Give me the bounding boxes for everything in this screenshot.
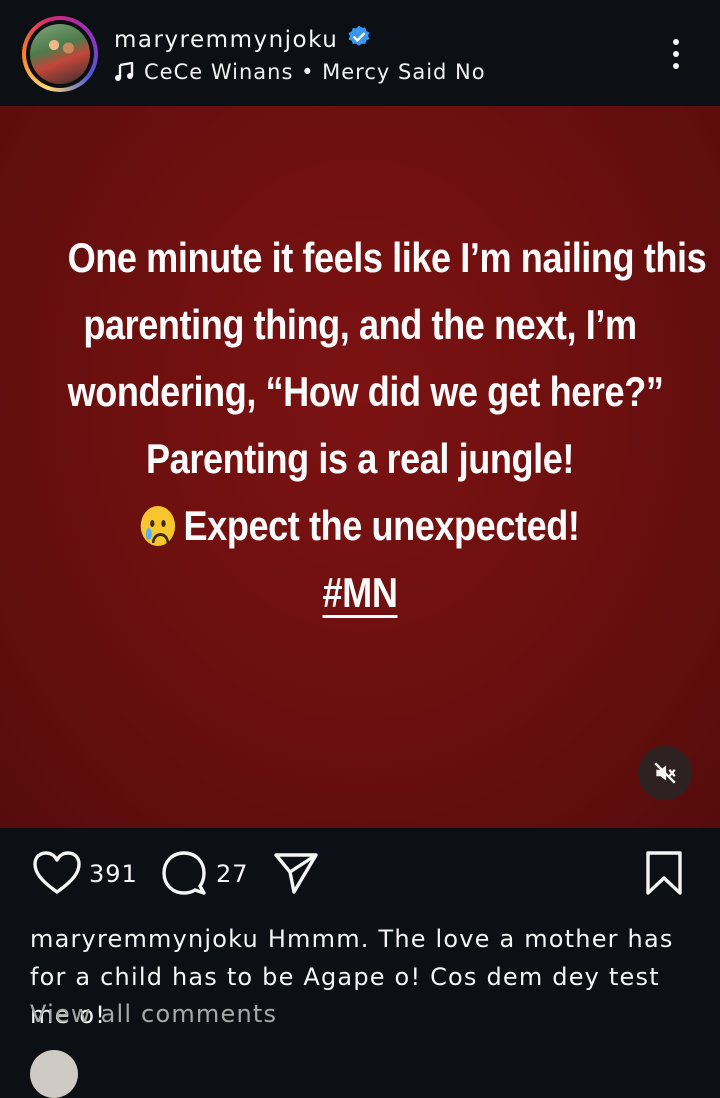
action-bar: 391 27 xyxy=(0,828,720,920)
next-post-avatar[interactable] xyxy=(30,1050,78,1098)
more-options-icon[interactable] xyxy=(662,36,690,76)
username-row[interactable]: maryremmynjoku xyxy=(114,24,372,56)
story-media[interactable]: One minute it feels like I’m nailing thi… xyxy=(0,106,720,828)
avatar[interactable] xyxy=(22,16,98,92)
story-hashtag[interactable]: #MN xyxy=(323,569,398,616)
story-line: Expect the unexpected! xyxy=(183,502,580,549)
music-note-icon xyxy=(115,61,134,81)
story-line: parenting thing, and the next, I’m xyxy=(83,301,637,348)
username[interactable]: maryremmynjoku xyxy=(114,27,338,53)
story-line: One minute it feels like I’m nailing thi… xyxy=(67,234,707,281)
like-count[interactable]: 391 xyxy=(89,860,138,888)
comment-icon[interactable] xyxy=(160,850,208,896)
story-line: Parenting is a real jungle! xyxy=(146,435,574,482)
heart-icon[interactable] xyxy=(32,850,82,896)
share-icon[interactable] xyxy=(272,850,320,896)
crying-face-icon xyxy=(140,506,175,546)
story-text: One minute it feels like I’m nailing thi… xyxy=(67,224,707,626)
caption-username[interactable]: maryremmynjoku xyxy=(30,925,259,953)
story-line-emoji: Expect the unexpected! xyxy=(68,492,653,559)
music-row[interactable]: CeCe Winans • Mercy Said No xyxy=(114,60,486,84)
avatar-photo xyxy=(30,24,90,84)
comment-count[interactable]: 27 xyxy=(216,860,249,888)
post-header: maryremmynjoku CeCe Winans • Mercy Said … xyxy=(0,0,720,106)
verified-badge-icon xyxy=(346,24,372,56)
bookmark-icon[interactable] xyxy=(644,850,684,896)
mute-icon[interactable] xyxy=(638,746,692,800)
story-line: wondering, “How did we get here?” xyxy=(67,368,664,415)
view-all-comments-link[interactable]: View all comments xyxy=(30,1000,277,1028)
music-label: CeCe Winans • Mercy Said No xyxy=(144,60,486,84)
